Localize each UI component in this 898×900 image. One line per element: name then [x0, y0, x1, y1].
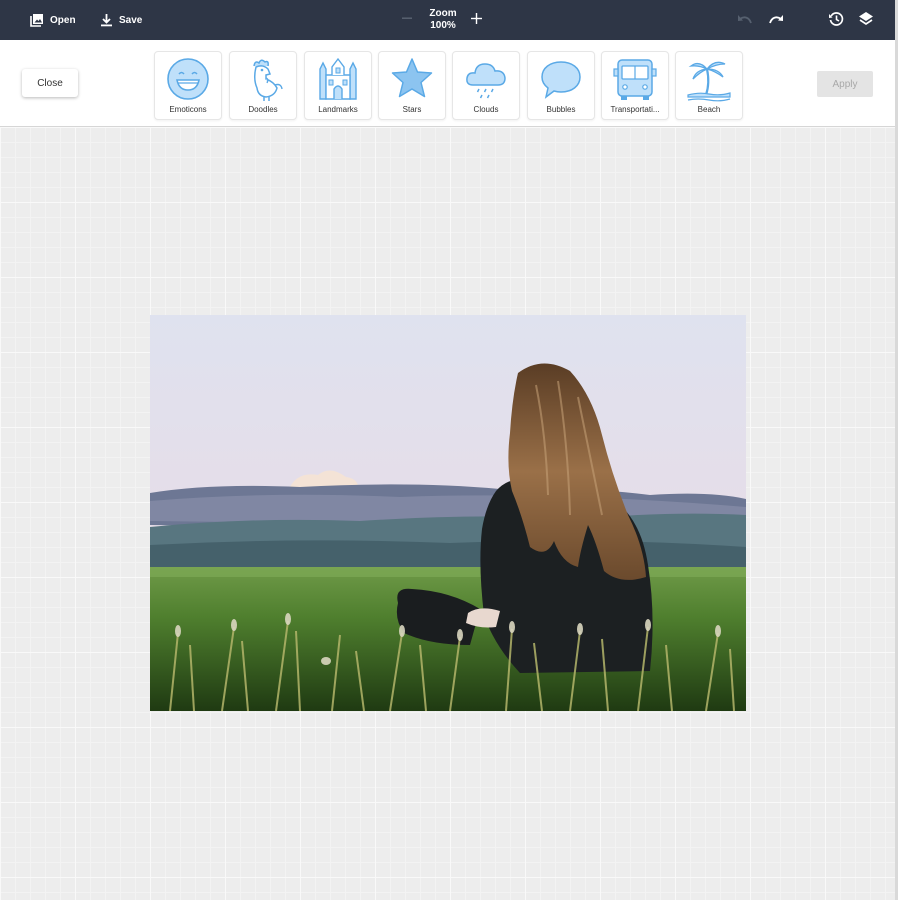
photo-woman-in-meadow: [150, 315, 746, 711]
image-icon: [30, 13, 44, 27]
layers-icon: [858, 11, 874, 32]
sticker-toolbar: Close Emoticons Doodles Landmarks Stars …: [0, 40, 895, 127]
redo-button[interactable]: [767, 12, 785, 30]
open-button[interactable]: Open: [30, 0, 76, 40]
category-label: Doodles: [248, 105, 278, 114]
category-label: Bubbles: [546, 105, 576, 114]
editor-canvas[interactable]: [0, 127, 895, 900]
category-label: Clouds: [473, 105, 499, 114]
category-label: Stars: [402, 105, 422, 114]
top-toolbar: Open Save Zoom 100%: [0, 0, 895, 40]
download-icon: [100, 13, 113, 27]
undo-button[interactable]: [736, 12, 754, 30]
rooster-icon: [239, 55, 287, 103]
zoom-value: 100%: [430, 20, 456, 31]
category-label: Landmarks: [318, 105, 358, 114]
bus-icon: [611, 55, 659, 103]
sticker-category-bubbles[interactable]: Bubbles: [527, 51, 595, 120]
layers-button[interactable]: [857, 11, 875, 32]
sticker-category-emoticons[interactable]: Emoticons: [154, 51, 222, 120]
save-button[interactable]: Save: [100, 0, 142, 40]
category-label: Emoticons: [169, 105, 207, 114]
zoom-in-button[interactable]: [469, 13, 483, 27]
sticker-category-clouds[interactable]: Clouds: [452, 51, 520, 120]
save-label: Save: [119, 14, 143, 26]
category-label: Transportati...: [610, 105, 660, 114]
emoticon-icon: [164, 55, 212, 103]
undo-icon: [737, 12, 753, 30]
apply-button[interactable]: Apply: [817, 71, 873, 97]
zoom-out-button[interactable]: [400, 12, 414, 26]
castle-icon: [314, 55, 362, 103]
cloud-icon: [462, 55, 510, 103]
redo-icon: [768, 12, 784, 30]
speech-bubble-icon: [537, 55, 585, 103]
sticker-category-doodles[interactable]: Doodles: [229, 51, 297, 120]
sticker-category-beach[interactable]: Beach: [675, 51, 743, 120]
close-button[interactable]: Close: [22, 69, 78, 97]
star-icon: [388, 55, 436, 103]
history-icon: [828, 11, 844, 32]
canvas-photo[interactable]: [150, 315, 746, 711]
sticker-category-landmarks[interactable]: Landmarks: [304, 51, 372, 120]
history-button[interactable]: [827, 11, 845, 32]
sticker-category-stars[interactable]: Stars: [378, 51, 446, 120]
open-label: Open: [50, 14, 76, 26]
minus-icon: [402, 10, 412, 28]
palm-tree-icon: [685, 55, 733, 103]
category-label: Beach: [697, 105, 721, 114]
zoom-title: Zoom: [429, 8, 457, 19]
sticker-category-transportation[interactable]: Transportati...: [601, 51, 669, 120]
plus-icon: [470, 11, 482, 29]
zoom-indicator: Zoom 100%: [424, 8, 462, 32]
